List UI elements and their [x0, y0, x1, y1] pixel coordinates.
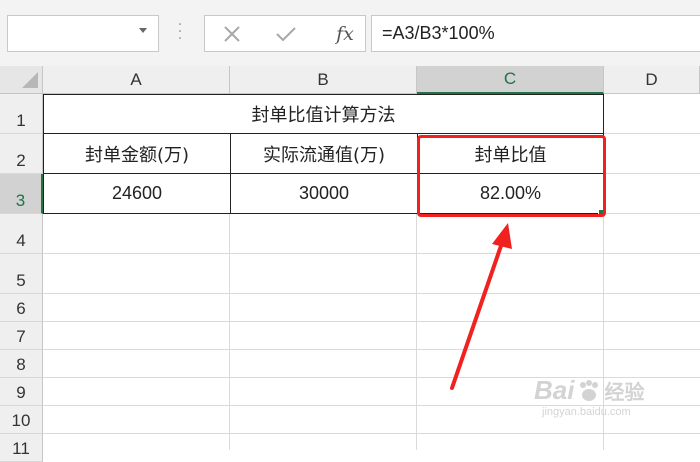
watermark: Bai 经验 jingyan.baidu.com	[534, 375, 694, 435]
watermark-brand-2: 经验	[604, 380, 645, 404]
watermark-brand: Bai	[534, 375, 575, 405]
watermark-url: jingyan.baidu.com	[542, 406, 631, 418]
paw-icon	[580, 379, 599, 401]
